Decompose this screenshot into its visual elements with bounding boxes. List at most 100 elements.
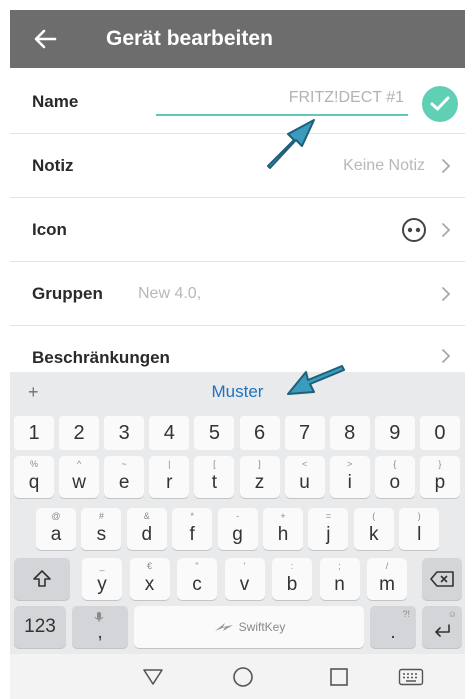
letter-key[interactable]: [t xyxy=(194,456,235,498)
name-input[interactable] xyxy=(156,82,408,116)
annotation-arrow-icon xyxy=(287,365,345,395)
backspace-icon xyxy=(430,571,454,587)
check-icon xyxy=(430,96,450,111)
number-mode-key[interactable]: 123 xyxy=(14,606,66,648)
annotation-arrow-icon xyxy=(267,119,315,169)
letter-key[interactable]: # s xyxy=(81,508,122,550)
confirm-button[interactable] xyxy=(422,86,458,122)
key-letter: e xyxy=(118,472,130,493)
suggestion-word[interactable]: Muster xyxy=(10,382,465,402)
comma-key[interactable]: , xyxy=(72,606,128,648)
letter-key[interactable]: | r xyxy=(149,456,190,498)
nav-recents-button[interactable] xyxy=(324,662,354,692)
letter-key[interactable]: * f xyxy=(172,508,213,550)
icon-row[interactable]: Icon xyxy=(10,198,465,262)
back-button[interactable] xyxy=(10,10,80,68)
number-key[interactable]: 0 xyxy=(419,416,460,450)
gruppen-label: Gruppen xyxy=(32,283,103,303)
number-key[interactable]: 2 xyxy=(59,416,100,450)
chevron-right-icon xyxy=(442,222,451,237)
secondary-symbol: { xyxy=(393,459,397,469)
letter-key[interactable]: ; n xyxy=(319,558,360,600)
key-letter: p xyxy=(434,472,446,493)
number-key[interactable]: 5 xyxy=(194,416,235,450)
number-key[interactable]: 9 xyxy=(374,416,415,450)
key-letter: u xyxy=(299,472,310,493)
notiz-row[interactable]: Notiz Keine Notiz xyxy=(10,134,465,198)
letter-key[interactable]: @ a xyxy=(36,508,76,550)
period-key[interactable]: ?! . xyxy=(370,606,416,648)
number-key[interactable]: 7 xyxy=(284,416,325,450)
key-letter: z xyxy=(254,472,265,493)
letter-key[interactable]: ) l xyxy=(399,508,440,550)
secondary-symbol: @ xyxy=(51,511,61,521)
secondary-symbol: % xyxy=(29,459,38,469)
swiftkey-label: SwiftKey xyxy=(238,620,286,634)
letter-key[interactable]: (k xyxy=(353,508,394,550)
number-key[interactable]: 8 xyxy=(329,416,370,450)
period-secondary: ?! xyxy=(402,609,410,619)
number-key[interactable]: 1 xyxy=(14,416,54,450)
secondary-symbol: ^ xyxy=(76,459,82,469)
nav-home-button[interactable] xyxy=(228,662,258,692)
secondary-symbol: # xyxy=(98,511,104,521)
secondary-symbol: = xyxy=(325,511,332,521)
letter-key[interactable]: & d xyxy=(126,508,167,550)
key-letter: b xyxy=(286,574,298,595)
letter-key[interactable]: :b xyxy=(272,558,312,600)
page-title: Gerät bearbeiten xyxy=(106,27,273,50)
key-letter: j xyxy=(326,524,331,545)
key-letter: i xyxy=(347,472,352,493)
letter-key[interactable]: = j xyxy=(308,508,349,550)
letter-key[interactable]: ] z xyxy=(239,456,280,498)
letter-key[interactable]: ^ w xyxy=(59,456,100,498)
key-letter: n xyxy=(334,574,345,595)
notiz-value: Keine Notiz xyxy=(343,156,425,174)
letter-key[interactable]: + h xyxy=(263,508,303,550)
letter-key[interactable]: < u xyxy=(284,456,325,498)
triangle-back-icon xyxy=(143,669,163,685)
secondary-symbol: < xyxy=(301,459,308,469)
nav-back-button[interactable] xyxy=(138,662,168,692)
letter-key[interactable]: ' v xyxy=(224,558,265,600)
shift-key[interactable] xyxy=(14,558,70,600)
secondary-symbol: | xyxy=(168,459,171,469)
nav-keyboard-button[interactable] xyxy=(396,662,426,692)
enter-key[interactable]: ☺ xyxy=(422,606,462,648)
letter-key[interactable]: {o xyxy=(374,456,415,498)
backspace-key[interactable] xyxy=(422,558,462,600)
beschraenkungen-row[interactable]: Beschränkungen xyxy=(10,326,465,372)
letter-key[interactable]: / m xyxy=(367,558,407,600)
key-letter: a xyxy=(50,524,62,545)
letter-key[interactable]: -g xyxy=(217,508,258,550)
letter-key[interactable]: > i xyxy=(329,456,370,498)
letter-key[interactable]: _ y xyxy=(82,558,122,600)
number-key[interactable]: 6 xyxy=(239,416,280,450)
key-letter: q xyxy=(28,472,40,493)
gruppen-value: New 4.0, xyxy=(138,284,202,302)
letter-key[interactable]: } p xyxy=(419,456,460,498)
letter-key[interactable]: ~ e xyxy=(104,456,145,498)
secondary-symbol: ~ xyxy=(121,459,127,469)
key-letter: o xyxy=(389,472,401,493)
key-letter: t xyxy=(211,472,218,493)
secondary-symbol: + xyxy=(280,511,286,521)
space-key[interactable]: SwiftKey xyxy=(134,606,364,648)
letter-key[interactable]: % q xyxy=(14,456,54,498)
letter-key[interactable]: " c xyxy=(177,558,217,600)
secondary-symbol: [ xyxy=(213,459,216,469)
secondary-symbol: ) xyxy=(417,511,421,521)
key-letter: x xyxy=(144,574,155,595)
key-letter: f xyxy=(189,524,195,545)
gruppen-row[interactable]: Gruppen New 4.0, xyxy=(10,262,465,326)
secondary-symbol: > xyxy=(347,459,353,469)
device-face-icon xyxy=(402,217,426,242)
secondary-symbol: ' xyxy=(243,561,246,571)
number-key[interactable]: 3 xyxy=(104,416,145,450)
letter-key[interactable]: € x xyxy=(129,558,170,600)
enter-icon xyxy=(435,624,450,637)
key-letter: s xyxy=(96,524,107,545)
key-letter: v xyxy=(239,574,250,595)
shift-icon xyxy=(33,570,51,587)
number-key[interactable]: 4 xyxy=(149,416,190,450)
